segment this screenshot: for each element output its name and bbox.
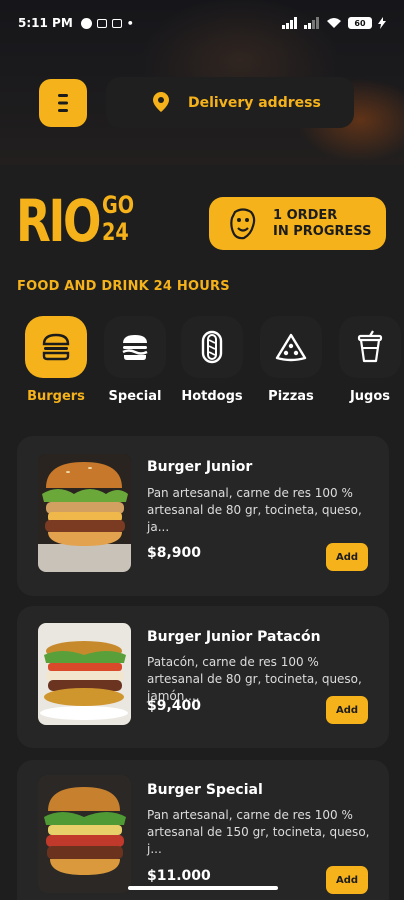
battery-icon: 60 xyxy=(348,17,372,29)
delivery-address-button[interactable]: Delivery address xyxy=(106,77,354,128)
signal-icon-2 xyxy=(304,17,319,29)
category-label: Pizzas xyxy=(268,389,314,404)
wifi-icon xyxy=(327,18,341,28)
menu-button[interactable] xyxy=(39,79,87,127)
product-description: Pan artesanal, carne de res 100 % artesa… xyxy=(147,808,370,856)
category-label: Hotdogs xyxy=(181,389,243,404)
brand-logo: RIO GO 24 xyxy=(16,187,134,255)
order-status-label: IN PROGRESS xyxy=(273,223,372,239)
product-card[interactable]: Burger Junior Pan artesanal, carne de re… xyxy=(17,436,389,596)
product-name: Burger Junior Patacón xyxy=(147,629,321,645)
brand-name-top: GO xyxy=(102,191,135,219)
category-label: Special xyxy=(108,389,162,404)
burger-patacon-photo-image xyxy=(38,623,131,725)
special-burger-icon xyxy=(122,335,148,360)
product-card[interactable]: Burger Special Pan artesanal, carne de r… xyxy=(17,760,389,900)
product-description: Pan artesanal, carne de res 100 % artesa… xyxy=(147,486,362,534)
add-button[interactable]: Add xyxy=(326,543,368,571)
category-pizzas[interactable]: Pizzas xyxy=(251,316,331,404)
pizza-icon xyxy=(275,333,307,362)
category-hotdogs[interactable]: Hotdogs xyxy=(172,316,252,404)
add-button[interactable]: Add xyxy=(326,866,368,894)
status-bar: 5:11 PM • 60 xyxy=(0,0,404,46)
category-icon-wrap xyxy=(25,316,87,378)
order-progress-button[interactable]: 1 ORDER IN PROGRESS xyxy=(209,197,386,250)
product-price: $8,900 xyxy=(147,545,202,561)
category-special[interactable]: Special xyxy=(95,316,175,404)
signal-icon xyxy=(282,17,297,29)
notification-icons: • xyxy=(80,16,134,30)
burger-icon xyxy=(42,333,70,361)
product-price: $11.000 xyxy=(147,868,211,884)
home-indicator[interactable] xyxy=(128,886,278,890)
location-pin-icon xyxy=(153,92,169,112)
category-burgers[interactable]: Burgers xyxy=(16,316,96,404)
category-jugos[interactable]: Jugos xyxy=(330,316,404,404)
brand-name-bottom: 24 xyxy=(102,218,129,246)
category-icon-wrap xyxy=(104,316,166,378)
charging-icon xyxy=(378,17,386,29)
status-time: 5:11 PM xyxy=(18,16,73,30)
smiley-face-icon xyxy=(230,207,256,239)
category-list: Burgers Special Hotdogs Pizzas Jugos xyxy=(0,316,404,411)
product-card[interactable]: Burger Junior Patacón Patacón, carne de … xyxy=(17,606,389,748)
product-name: Burger Special xyxy=(147,782,263,798)
brand-name-side: GO 24 xyxy=(102,192,134,246)
product-name: Burger Junior xyxy=(147,459,253,475)
file-notification-icon xyxy=(111,18,122,28)
category-icon-wrap xyxy=(181,316,243,378)
burger-photo-image xyxy=(38,454,131,572)
delivery-address-label: Delivery address xyxy=(188,94,321,111)
product-photo xyxy=(38,775,131,893)
screen-notification-icon xyxy=(96,18,107,28)
category-label: Jugos xyxy=(349,389,391,404)
app-notification-icon xyxy=(80,17,92,29)
burger-special-photo-image xyxy=(38,775,131,893)
category-icon-wrap xyxy=(260,316,322,378)
add-button[interactable]: Add xyxy=(326,696,368,724)
juice-icon xyxy=(357,330,383,363)
system-icons: 60 xyxy=(282,17,386,29)
brand-tagline: FOOD AND DRINK 24 HOURS xyxy=(17,279,230,294)
order-count-label: 1 ORDER xyxy=(273,207,338,223)
product-price: $9,400 xyxy=(147,698,202,714)
order-progress-text: 1 ORDER IN PROGRESS xyxy=(273,208,372,240)
menu-icon xyxy=(58,94,68,112)
category-icon-wrap xyxy=(339,316,401,378)
product-photo xyxy=(38,454,131,572)
brand-name-main: RIO xyxy=(16,187,101,255)
more-dot-icon: • xyxy=(126,16,134,30)
category-label: Burgers xyxy=(27,389,85,404)
hotdog-icon xyxy=(201,330,223,364)
product-photo xyxy=(38,623,131,725)
